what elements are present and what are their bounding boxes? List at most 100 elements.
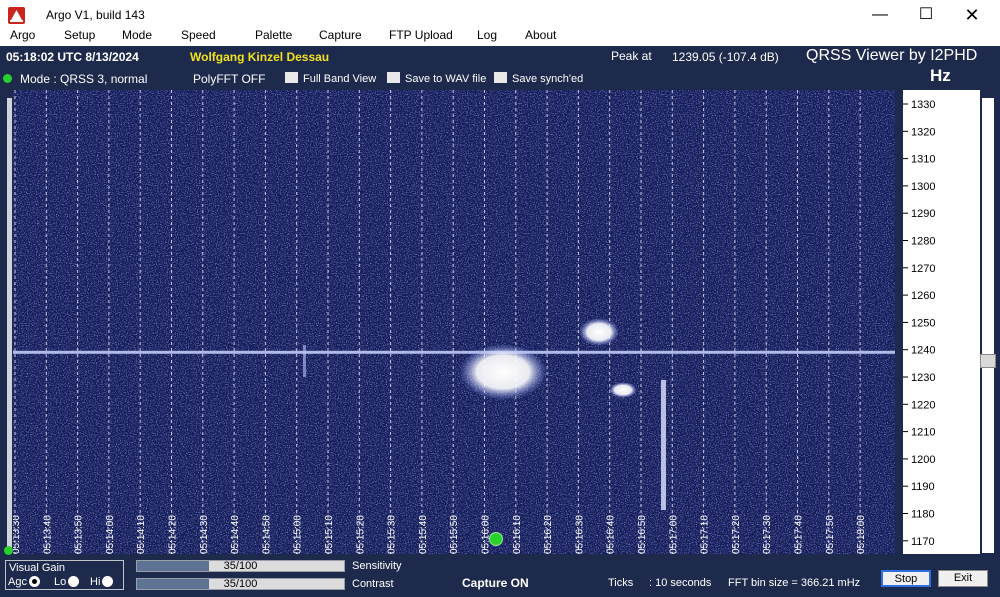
fft-bin-size: FFT bin size = 366.21 mHz — [728, 577, 861, 589]
frequency-tick-label: 1230 — [911, 372, 935, 384]
time-tick-label: 05:17:20 — [731, 515, 742, 554]
ticks-value: : 10 seconds — [649, 577, 712, 589]
sensitivity-value: 35/100 — [223, 560, 258, 572]
menu-bar: Argo Setup Mode Speed Palette Capture FT… — [0, 26, 1000, 46]
mode-status-led — [3, 74, 12, 83]
time-tick-label: 05:16:40 — [606, 515, 617, 554]
contrast-value: 35/100 — [223, 578, 258, 590]
menu-setup[interactable]: Setup — [64, 28, 95, 42]
radio-button[interactable] — [102, 576, 114, 587]
ticks-label: Ticks — [608, 577, 634, 589]
frequency-tick-label: 1310 — [911, 154, 935, 166]
lo-label: Lo — [54, 576, 67, 588]
frequency-tick-label: 1290 — [911, 208, 935, 220]
frequency-tick-label: 1190 — [911, 481, 935, 493]
time-tick-label: 05:16:30 — [574, 515, 585, 554]
menu-about[interactable]: About — [525, 28, 556, 42]
full-band-view-checkbox[interactable]: Full Band View — [285, 72, 376, 85]
menu-log[interactable]: Log — [477, 28, 497, 42]
checkbox-label: Save synch'ed — [512, 73, 584, 85]
checkbox-label: Save to WAV file — [405, 73, 487, 85]
waterfall-canvas — [13, 90, 895, 554]
frequency-tick-label: 1250 — [911, 317, 935, 329]
time-tick-label: 05:13:50 — [74, 515, 85, 554]
time-tick-label: 05:18:00 — [856, 515, 867, 554]
checkbox-box[interactable] — [494, 72, 507, 83]
menu-argo[interactable]: Argo — [10, 28, 35, 42]
maximize-button[interactable]: ☐ — [912, 4, 940, 26]
time-tick-label: 05:17:00 — [668, 515, 679, 554]
hi-radio[interactable]: Hi — [90, 576, 114, 588]
time-tick-label: 05:17:50 — [825, 515, 836, 554]
frequency-tick-label: 1170 — [911, 536, 935, 548]
stop-button[interactable]: Stop — [881, 570, 931, 587]
frequency-tick-label: 1210 — [911, 427, 935, 439]
menu-capture[interactable]: Capture — [319, 28, 362, 42]
menu-mode[interactable]: Mode — [122, 28, 152, 42]
contrast-slider[interactable]: 35/100 — [136, 578, 345, 590]
frequency-ticks: 1330 1320 1310 1300 1290 1280 1270 1260 1250 1240… — [903, 99, 935, 548]
radio-button[interactable] — [68, 576, 80, 587]
time-tick-label: 05:14:50 — [261, 515, 272, 554]
capture-indicator — [489, 532, 503, 546]
signal-burst-lower — [609, 382, 637, 398]
visual-gain-title: Visual Gain — [9, 562, 66, 574]
time-tick-label: 05:15:20 — [355, 515, 366, 554]
time-tick-label: 05:13:30 — [13, 515, 22, 554]
time-tick-label: 05:14:00 — [105, 515, 116, 554]
main-area: 05:18:02 UTC 8/13/2024 Wolfgang Kinzel D… — [0, 46, 1000, 597]
time-tick-label: 05:15:00 — [293, 515, 304, 554]
signal-burst-main — [459, 344, 547, 400]
save-synched-checkbox[interactable]: Save synch'ed — [494, 72, 583, 85]
visual-gain-group: Visual Gain Agc Lo Hi — [5, 560, 124, 590]
signal-streak — [661, 380, 666, 510]
frequency-tick-label: 1220 — [911, 399, 935, 411]
level-strip — [7, 98, 12, 553]
sensitivity-label: Sensitivity — [352, 560, 402, 572]
time-axis: 05:13:30 05:13:40 05:13:50 05:14:00 05:14:10… — [13, 515, 867, 554]
time-tick-label: 05:16:10 — [512, 515, 523, 554]
time-tick-label: 05:15:30 — [387, 515, 398, 554]
time-tick-label: 05:17:40 — [794, 515, 805, 554]
carrier-trace — [13, 350, 895, 354]
checkbox-box[interactable] — [285, 72, 298, 83]
lo-radio[interactable]: Lo — [54, 576, 80, 588]
save-wav-checkbox[interactable]: Save to WAV file — [387, 72, 486, 85]
station-name: Wolfgang Kinzel Dessau — [190, 50, 330, 64]
hi-label: Hi — [90, 576, 101, 588]
checkbox-box[interactable] — [387, 72, 400, 83]
frequency-tick-label: 1320 — [911, 126, 935, 138]
peak-value: 1239.05 (-107.4 dB) — [672, 50, 779, 64]
menu-speed[interactable]: Speed — [181, 28, 216, 42]
mode-label: Mode : QRSS 3, normal — [20, 72, 148, 86]
exit-button[interactable]: Exit — [938, 570, 988, 587]
sensitivity-slider[interactable]: 35/100 — [136, 560, 345, 572]
noise-texture — [13, 90, 895, 554]
time-tick-label: 05:16:50 — [637, 515, 648, 554]
waterfall-display[interactable] — [13, 90, 895, 554]
close-button[interactable]: ✕ — [958, 4, 986, 26]
frequency-tick-label: 1280 — [911, 236, 935, 248]
frequency-tick-label: 1200 — [911, 454, 935, 466]
menu-ftp-upload[interactable]: FTP Upload — [389, 28, 453, 42]
frequency-tick-label: 1180 — [911, 509, 935, 521]
time-tick-label: 05:14:40 — [230, 515, 241, 554]
minimize-button[interactable]: — — [866, 4, 894, 26]
frequency-scroll-thumb[interactable] — [980, 354, 996, 368]
signal-burst-upper — [579, 318, 619, 346]
frequency-unit: Hz — [930, 66, 951, 85]
app-icon[interactable] — [8, 7, 25, 24]
checkbox-label: Full Band View — [303, 73, 377, 85]
agc-radio[interactable]: Agc — [8, 576, 40, 588]
radio-button-selected[interactable] — [28, 576, 40, 587]
time-tick-label: 05:17:10 — [700, 515, 711, 554]
frequency-scale: 1330 1320 1310 1300 1290 1280 1270 1260 1250 1240… — [903, 90, 980, 554]
polyfft-status[interactable]: PolyFFT OFF — [193, 72, 265, 86]
utc-clock: 05:18:02 UTC 8/13/2024 — [6, 50, 139, 64]
frequency-tick-label: 1330 — [911, 99, 935, 111]
frequency-tick-label: 1300 — [911, 181, 935, 193]
menu-palette[interactable]: Palette — [255, 28, 292, 42]
frequency-scroll-track[interactable] — [982, 98, 994, 553]
frequency-tick-label: 1240 — [911, 345, 935, 357]
time-tick-label: 05:14:10 — [136, 515, 147, 554]
